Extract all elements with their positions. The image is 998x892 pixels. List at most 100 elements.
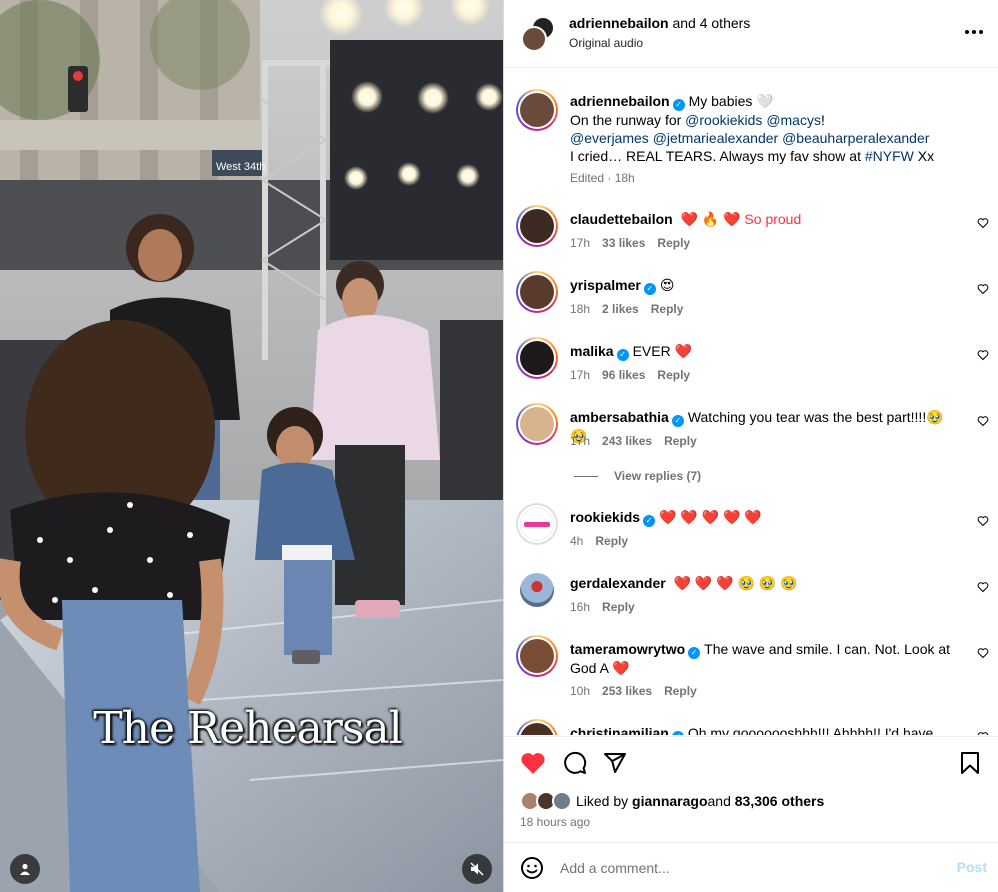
reply-button[interactable]: Reply [602, 600, 635, 614]
comment-like-heart-icon[interactable] [977, 217, 989, 229]
avatar [520, 407, 554, 441]
comment-time[interactable]: 16h [570, 600, 590, 614]
avatar-ring[interactable] [516, 403, 558, 445]
comment-icon [564, 751, 587, 774]
audio-link[interactable]: Original audio [569, 36, 643, 50]
view-replies-button[interactable]: View replies (7) [574, 469, 701, 483]
bookmark-icon [961, 752, 979, 774]
likes-count[interactable]: 83,306 others [735, 793, 825, 809]
author-others[interactable]: and 4 others [672, 15, 750, 31]
post-media[interactable]: West 34th The Rehearsal [0, 0, 503, 892]
post-actions: Liked by giannarago and 83,306 others 18… [504, 736, 998, 842]
comment-like-heart-icon[interactable] [977, 283, 989, 295]
avatar [520, 341, 554, 375]
comment-username[interactable]: gerdalexander [570, 575, 666, 591]
comment-username[interactable]: malika [570, 343, 614, 359]
avatar-ring[interactable] [516, 271, 558, 313]
comment-likes[interactable]: 96 likes [602, 368, 645, 382]
comment-time[interactable]: 17h [570, 236, 590, 250]
mention-link[interactable]: @beauharperalexander [782, 130, 929, 146]
avatar [520, 639, 554, 673]
share-icon [604, 753, 626, 773]
collab-avatars[interactable] [521, 16, 557, 52]
rookiekids-logo-icon [524, 521, 550, 527]
avatar-ring[interactable] [516, 337, 558, 379]
mention-link[interactable]: @rookiekids [685, 112, 762, 128]
tagged-users-button[interactable] [10, 854, 40, 884]
avatar-ring[interactable] [516, 205, 558, 247]
verified-badge-icon: ✓ [643, 515, 656, 527]
mute-toggle-button[interactable] [462, 854, 492, 884]
comment-text: ❤️ ❤️ ❤️ 🥹 🥹 🥹 [673, 575, 798, 591]
post-time[interactable]: 18 hours ago [520, 815, 590, 829]
comment-like-heart-icon[interactable] [977, 581, 989, 593]
caption-username[interactable]: adriennebailon [570, 93, 670, 109]
runway-photo: West 34th [0, 0, 503, 892]
mention-link[interactable]: @everjames [570, 130, 649, 146]
comment-time[interactable]: 10h [570, 684, 590, 698]
comment-likes[interactable]: 33 likes [602, 236, 645, 250]
reply-button[interactable]: Reply [657, 368, 690, 382]
reply-button[interactable]: Reply [651, 302, 684, 316]
mention-link[interactable]: @macys [766, 112, 821, 128]
comment-username[interactable]: rookiekids [570, 509, 640, 525]
avatar-ring[interactable] [516, 89, 558, 131]
comment-username[interactable]: yrispalmer [570, 277, 641, 293]
comment-like-heart-icon[interactable] [977, 415, 989, 427]
caption-line4-prefix: I cried… REAL TEARS. Always my fav show … [570, 148, 865, 164]
like-button[interactable] [519, 749, 547, 777]
comment-like-heart-icon[interactable] [977, 731, 989, 735]
post-side-panel: adriennebailon and 4 others Original aud… [503, 0, 998, 892]
comment-like-heart-icon[interactable] [977, 647, 989, 659]
reply-button[interactable]: Reply [664, 684, 697, 698]
avatar [520, 93, 554, 127]
avatar-ring[interactable] [516, 635, 558, 677]
comment-username[interactable]: tameramowrytwo [570, 641, 685, 657]
liked-by-user[interactable]: giannarago [632, 793, 707, 809]
avatar-ring[interactable] [516, 503, 558, 545]
hashtag-link[interactable]: #NYFW [865, 148, 914, 164]
comment-input[interactable] [560, 855, 930, 881]
heart-filled-icon [521, 753, 545, 774]
comment-username[interactable]: ambersabathia [570, 409, 669, 425]
post-author[interactable]: adriennebailon and 4 others [569, 15, 750, 31]
post-comment-button[interactable]: Post [957, 859, 987, 875]
mention-link[interactable]: @jetmariealexander [653, 130, 779, 146]
muted-speaker-icon [470, 862, 484, 876]
comment-time[interactable]: 17h [570, 368, 590, 382]
comment-text: 😍 [659, 277, 675, 293]
caption-line2-prefix: On the runway for [570, 112, 686, 128]
comment-username[interactable]: claudettebailon [570, 211, 673, 227]
liked-by-prefix: Liked by [576, 793, 629, 809]
video-overlay-title: The Rehearsal [93, 703, 402, 754]
emoji-icon[interactable] [520, 856, 544, 880]
comments-list[interactable]: adriennebailon ✓ My babies 🤍 On the runway… [504, 69, 998, 735]
reply-button[interactable]: Reply [664, 434, 697, 448]
comment-like-heart-icon[interactable] [977, 515, 989, 527]
comment-time[interactable]: 18h [570, 302, 590, 316]
edited-label: Edited · 18h [570, 171, 635, 185]
comment-button[interactable] [561, 749, 589, 777]
comment-time[interactable]: 4h [570, 534, 583, 548]
comment-username[interactable]: christinamilian [570, 725, 669, 735]
reply-button[interactable]: Reply [595, 534, 628, 548]
liked-by[interactable]: Liked by giannarago and 83,306 others [520, 791, 824, 811]
reply-button[interactable]: Reply [657, 236, 690, 250]
comment-time[interactable]: 17h [570, 434, 590, 448]
comment-likes[interactable]: 2 likes [602, 302, 639, 316]
avatar[interactable] [520, 573, 554, 607]
comment-text: ❤️ ❤️ ❤️ ❤️ ❤️ [659, 509, 762, 525]
caption-line4-suffix: Xx [913, 148, 935, 164]
more-options-button[interactable] [962, 20, 986, 44]
comment-likes[interactable]: 253 likes [602, 684, 652, 698]
save-button[interactable] [956, 749, 984, 777]
avatar-ring[interactable] [516, 719, 558, 735]
comment-like-heart-icon[interactable] [977, 349, 989, 361]
verified-badge-icon: ✓ [643, 283, 656, 295]
author-username[interactable]: adriennebailon [569, 15, 669, 31]
share-button[interactable] [601, 749, 629, 777]
avatar [520, 209, 554, 243]
divider [574, 476, 598, 478]
add-comment-bar: Post [504, 842, 998, 892]
comment-likes[interactable]: 243 likes [602, 434, 652, 448]
